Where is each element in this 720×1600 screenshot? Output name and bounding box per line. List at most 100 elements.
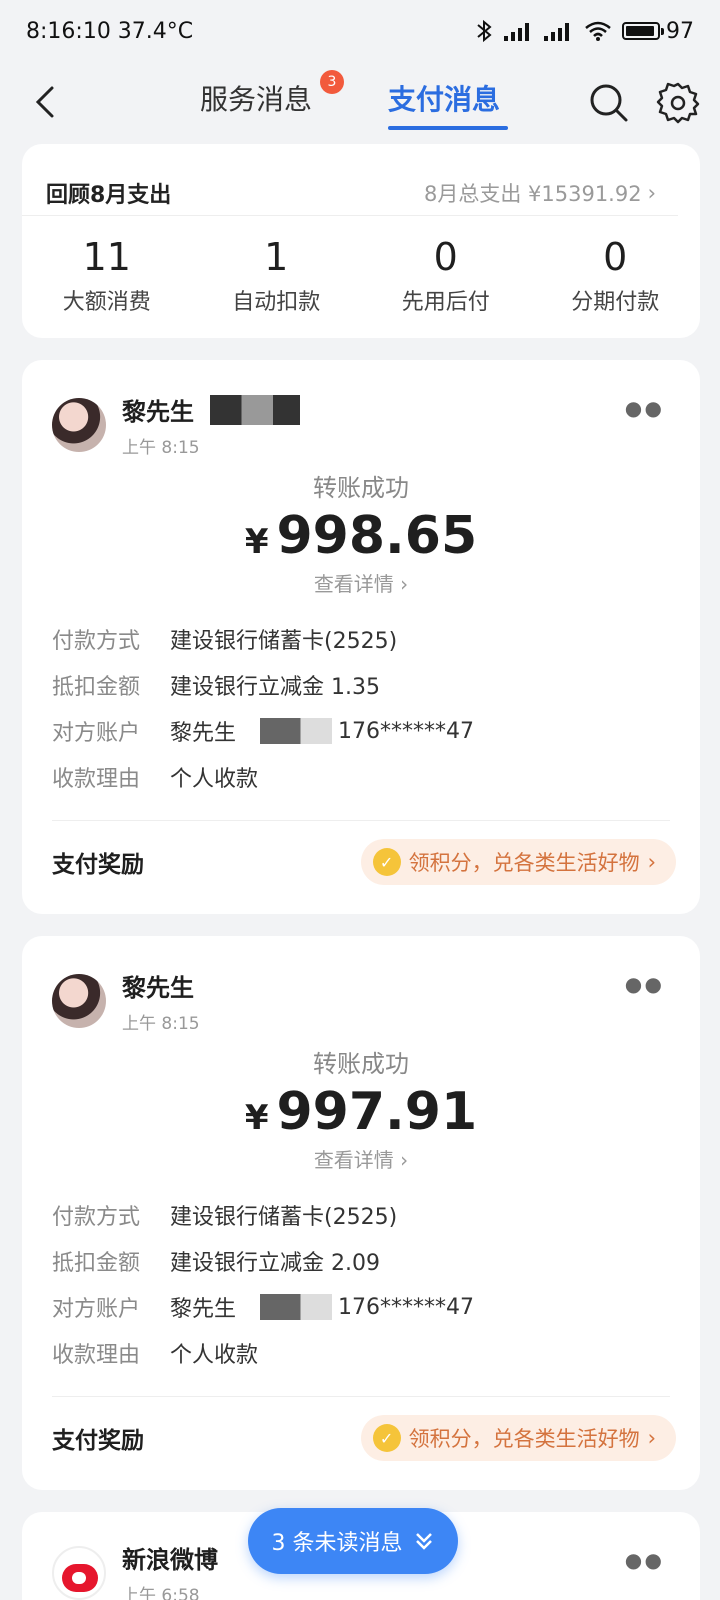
double-chevron-down-icon <box>415 1533 432 1550</box>
view-details-link[interactable]: 查看详情 › <box>22 1144 700 1173</box>
wifi-icon <box>585 21 611 41</box>
payment-sender: 黎先生 上午 8:15 <box>52 968 200 1034</box>
summary-header: 回顾8月支出 8月总支出 ¥15391.92 › <box>22 144 678 216</box>
detail-row-method: 付款方式 建设银行储蓄卡(2525) <box>52 1192 474 1238</box>
payment-details: 付款方式 建设银行储蓄卡(2525) 抵扣金额 建设银行立减金 1.35 对方账户 黎… <box>52 616 474 800</box>
battery-icon <box>622 22 664 40</box>
weibo-logo-icon <box>52 1546 106 1600</box>
stat-label: 大额消费 <box>62 290 151 315</box>
stat-number: 0 <box>603 235 628 279</box>
message-time: 上午 8:15 <box>122 438 200 458</box>
currency-symbol: ¥ <box>244 522 269 562</box>
sender-name: 新浪微博 <box>122 1546 218 1574</box>
message-time: 上午 8:15 <box>122 1014 200 1034</box>
reward-text: 领积分，兑各类生活好物 <box>408 1427 640 1451</box>
payment-details: 付款方式 建设银行储蓄卡(2525) 抵扣金额 建设银行立减金 2.09 对方账户 黎… <box>52 1192 474 1376</box>
account-number: 176******47 <box>338 718 475 744</box>
stat-label: 先用后付 <box>401 290 490 315</box>
account-name: 黎先生 <box>170 1297 237 1322</box>
row-value: 建设银行立减金 2.09 <box>170 1251 380 1276</box>
avatar[interactable] <box>52 398 106 452</box>
weibo-sender: 新浪微博 上午 6:58 <box>52 1540 218 1600</box>
redacted-block <box>242 718 333 744</box>
row-label: 付款方式 <box>52 1205 141 1230</box>
row-label: 收款理由 <box>52 1343 141 1368</box>
payment-reward: 支付奖励 ✓ 领积分，兑各类生活好物 › <box>52 838 676 886</box>
summary-total: 8月总支出 ¥15391.92 <box>423 181 642 206</box>
detail-row-discount: 抵扣金额 建设银行立减金 2.09 <box>52 1238 474 1284</box>
detail-row-account: 对方账户 黎先生 176******47 <box>52 1284 474 1330</box>
more-options-icon[interactable]: ● ● <box>625 1548 662 1572</box>
coin-icon: ✓ <box>372 1424 401 1452</box>
payment-reward: 支付奖励 ✓ 领积分，兑各类生活好物 › <box>52 1414 676 1462</box>
status-icons: 97 <box>474 19 694 44</box>
divider <box>52 820 670 821</box>
active-tab-indicator <box>388 126 508 130</box>
unread-label: 3 条未读消息 <box>271 1531 403 1556</box>
chevron-right-icon: › <box>400 572 409 596</box>
transfer-status: 转账成功 <box>313 1050 409 1078</box>
service-unread-badge: 3 <box>320 70 344 94</box>
stat-large-spending[interactable]: 11 大额消费 <box>27 234 187 316</box>
view-details-link[interactable]: 查看详情 › <box>22 568 700 597</box>
monthly-summary-card: 回顾8月支出 8月总支出 ¥15391.92 › 11 大额消费 1 自动扣款 0 先用… <box>22 144 700 338</box>
chevron-right-icon: › <box>647 180 656 205</box>
coin-icon: ✓ <box>372 848 401 876</box>
view-details-label: 查看详情 <box>313 572 394 596</box>
row-value: 个人收款 <box>170 767 259 792</box>
stat-number: 1 <box>264 235 289 279</box>
transfer-status: 转账成功 <box>313 474 409 502</box>
chevron-right-icon: › <box>647 850 656 874</box>
payment-amount: ¥998.65 <box>22 506 700 566</box>
row-label: 对方账户 <box>52 1297 141 1322</box>
row-label: 付款方式 <box>52 629 141 654</box>
status-time-temp: 8:16:10 37.4°C <box>26 18 194 44</box>
stat-auto-deduct[interactable]: 1 自动扣款 <box>196 234 356 316</box>
detail-row-reason: 收款理由 个人收款 <box>52 1330 474 1376</box>
summary-stats: 11 大额消费 1 自动扣款 0 先用后付 0 分期付款 <box>22 216 700 316</box>
stat-label: 分期付款 <box>571 290 660 315</box>
row-value: 个人收款 <box>170 1343 259 1368</box>
avatar[interactable] <box>52 974 106 1028</box>
view-details-label: 查看详情 <box>313 1148 394 1172</box>
status-bar: 8:16:10 37.4°C 97 <box>0 0 720 62</box>
more-options-icon[interactable]: ● ● <box>625 396 662 420</box>
reward-button[interactable]: ✓ 领积分，兑各类生活好物 › <box>360 839 676 885</box>
reward-text: 领积分，兑各类生活好物 <box>408 851 640 875</box>
summary-total-link[interactable]: 8月总支出 ¥15391.92 › <box>424 178 656 208</box>
chevron-right-icon: › <box>400 1148 409 1172</box>
tab-payment-messages[interactable]: 支付消息 <box>388 78 500 118</box>
bluetooth-icon <box>477 19 492 43</box>
payment-card[interactable]: 黎先生 上午 8:15 ● ● 转账成功 ¥997.91 查看详情 › 付款方式… <box>22 936 700 1490</box>
row-label: 抵扣金额 <box>52 675 141 700</box>
reward-button[interactable]: ✓ 领积分，兑各类生活好物 › <box>360 1415 676 1461</box>
reward-label: 支付奖励 <box>52 852 144 878</box>
amount-value: 997.91 <box>276 1082 478 1142</box>
signal-icon <box>504 23 529 41</box>
nav-bar: 服务消息 3 支付消息 <box>0 62 720 140</box>
detail-row-reason: 收款理由 个人收款 <box>52 754 474 800</box>
redacted-block <box>210 394 300 425</box>
divider <box>52 1396 670 1397</box>
row-label: 对方账户 <box>52 721 141 746</box>
unread-messages-button[interactable]: 3 条未读消息 <box>248 1508 458 1574</box>
row-value: 建设银行储蓄卡(2525) <box>170 629 398 654</box>
signal-icon-2 <box>544 23 569 41</box>
detail-row-method: 付款方式 建设银行储蓄卡(2525) <box>52 616 474 662</box>
payment-card[interactable]: 黎先生 上午 8:15 ● ● 转账成功 ¥998.65 查看详情 › 付款方式… <box>22 360 700 914</box>
stat-pay-later[interactable]: 0 先用后付 <box>366 234 526 316</box>
stat-number: 11 <box>82 235 131 279</box>
sender-name: 黎先生 <box>122 398 194 426</box>
stat-installment[interactable]: 0 分期付款 <box>535 234 695 316</box>
more-options-icon[interactable]: ● ● <box>625 972 662 996</box>
account-number: 176******47 <box>338 1294 475 1320</box>
battery-level: 97 <box>666 18 694 44</box>
redacted-block <box>242 1294 333 1320</box>
stat-label: 自动扣款 <box>232 290 321 315</box>
gear-icon[interactable] <box>656 80 700 124</box>
tab-service-messages[interactable]: 服务消息 <box>200 78 312 118</box>
battery-indicator: 97 <box>622 19 694 44</box>
sender-name: 黎先生 <box>122 974 194 1002</box>
search-icon[interactable] <box>586 80 630 124</box>
row-label: 收款理由 <box>52 767 141 792</box>
